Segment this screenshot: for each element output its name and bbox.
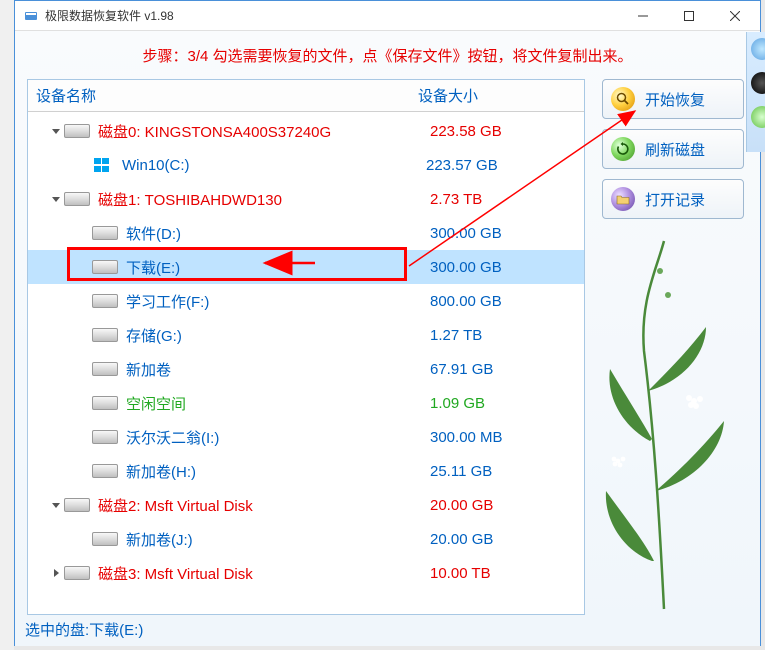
disk-icon bbox=[92, 326, 118, 344]
expand-chevron-icon[interactable] bbox=[48, 500, 64, 510]
dock-icon-3[interactable] bbox=[751, 106, 765, 128]
device-size: 10.00 TB bbox=[430, 565, 584, 582]
device-size: 1.09 GB bbox=[430, 395, 584, 412]
device-row[interactable]: 下载(E:)300.00 GB bbox=[28, 250, 584, 284]
device-size: 20.00 GB bbox=[430, 531, 584, 548]
open-log-label: 打开记录 bbox=[645, 189, 705, 210]
device-row[interactable]: 空闲空间1.09 GB bbox=[28, 386, 584, 420]
device-row[interactable]: 磁盘2: Msft Virtual Disk20.00 GB bbox=[28, 488, 584, 522]
disk-icon bbox=[92, 428, 118, 446]
device-row[interactable]: 磁盘0: KINGSTONSA400S37240G223.58 GB bbox=[28, 114, 584, 148]
disk-icon bbox=[92, 224, 118, 242]
table-header: 设备名称 设备大小 bbox=[28, 80, 584, 112]
device-name: 新加卷(J:) bbox=[126, 529, 430, 550]
step-instruction: 步骤：3/4 勾选需要恢复的文件，点《保存文件》按钮，将文件复制出来。 bbox=[15, 31, 760, 76]
app-icon bbox=[23, 8, 39, 24]
device-row[interactable]: 新加卷(H:)25.11 GB bbox=[28, 454, 584, 488]
column-header-size[interactable]: 设备大小 bbox=[418, 85, 584, 106]
device-name: 磁盘2: Msft Virtual Disk bbox=[98, 495, 430, 516]
window-title: 极限数据恢复软件 v1.98 bbox=[45, 7, 620, 24]
device-name: 沃尔沃二翁(I:) bbox=[126, 427, 430, 448]
device-name: 新加卷 bbox=[126, 359, 430, 380]
side-buttons: 开始恢复 刷新磁盘 打开记录 bbox=[602, 79, 744, 229]
device-size: 20.00 GB bbox=[430, 497, 584, 514]
expand-chevron-icon[interactable] bbox=[48, 194, 64, 204]
device-name: 存储(G:) bbox=[126, 325, 430, 346]
open-log-button[interactable]: 打开记录 bbox=[602, 179, 744, 219]
device-name: 磁盘1: TOSHIBAHDWD130 bbox=[98, 189, 430, 210]
column-header-name[interactable]: 设备名称 bbox=[28, 85, 418, 106]
device-size: 800.00 GB bbox=[430, 293, 584, 310]
device-row[interactable]: Win10(C:)223.57 GB bbox=[28, 148, 584, 182]
device-row[interactable]: 磁盘1: TOSHIBAHDWD1302.73 TB bbox=[28, 182, 584, 216]
refresh-disks-button[interactable]: 刷新磁盘 bbox=[602, 129, 744, 169]
titlebar: 极限数据恢复软件 v1.98 bbox=[15, 1, 760, 31]
windows-icon bbox=[92, 156, 112, 174]
device-size: 2.73 TB bbox=[430, 191, 584, 208]
disk-icon bbox=[64, 190, 90, 208]
device-name: Win10(C:) bbox=[122, 157, 426, 174]
disk-icon bbox=[64, 122, 90, 140]
minimize-button[interactable] bbox=[620, 1, 666, 30]
device-tree: 磁盘0: KINGSTONSA400S37240G223.58 GBWin10(… bbox=[28, 112, 584, 592]
device-size: 1.27 TB bbox=[430, 327, 584, 344]
start-recovery-label: 开始恢复 bbox=[645, 89, 705, 110]
close-button[interactable] bbox=[712, 1, 758, 30]
device-name: 磁盘0: KINGSTONSA400S37240G bbox=[98, 121, 430, 142]
device-name: 学习工作(F:) bbox=[126, 291, 430, 312]
device-name: 软件(D:) bbox=[126, 223, 430, 244]
device-row[interactable]: 软件(D:)300.00 GB bbox=[28, 216, 584, 250]
expand-chevron-icon[interactable] bbox=[48, 568, 64, 578]
desktop-edge bbox=[0, 0, 14, 650]
maximize-button[interactable] bbox=[666, 1, 712, 30]
expand-chevron-icon[interactable] bbox=[48, 126, 64, 136]
disk-icon bbox=[92, 394, 118, 412]
desktop-dock bbox=[746, 32, 765, 152]
disk-icon bbox=[64, 564, 90, 582]
device-size: 300.00 GB bbox=[430, 259, 584, 276]
device-row[interactable]: 学习工作(F:)800.00 GB bbox=[28, 284, 584, 318]
device-row[interactable]: 新加卷(J:)20.00 GB bbox=[28, 522, 584, 556]
disk-icon bbox=[92, 360, 118, 378]
refresh-icon bbox=[611, 137, 635, 161]
dock-icon-qq[interactable] bbox=[751, 72, 765, 94]
search-icon bbox=[611, 87, 635, 111]
device-name: 下载(E:) bbox=[126, 257, 430, 278]
folder-icon bbox=[611, 187, 635, 211]
device-size: 223.58 GB bbox=[430, 123, 584, 140]
device-row[interactable]: 沃尔沃二翁(I:)300.00 MB bbox=[28, 420, 584, 454]
device-size: 25.11 GB bbox=[430, 463, 584, 480]
device-row[interactable]: 磁盘3: Msft Virtual Disk10.00 TB bbox=[28, 556, 584, 590]
disk-icon bbox=[92, 530, 118, 548]
start-recovery-button[interactable]: 开始恢复 bbox=[602, 79, 744, 119]
device-size: 300.00 MB bbox=[430, 429, 584, 446]
device-size: 223.57 GB bbox=[426, 157, 584, 174]
device-size: 67.91 GB bbox=[430, 361, 584, 378]
status-bar: 选中的盘:下载(E:) bbox=[17, 615, 151, 644]
device-panel: 设备名称 设备大小 磁盘0: KINGSTONSA400S37240G223.5… bbox=[27, 79, 585, 615]
device-name: 新加卷(H:) bbox=[126, 461, 430, 482]
decorative-plant bbox=[594, 231, 734, 611]
disk-icon bbox=[92, 292, 118, 310]
content-area: 步骤：3/4 勾选需要恢复的文件，点《保存文件》按钮，将文件复制出来。 设备名称… bbox=[15, 31, 760, 646]
refresh-disks-label: 刷新磁盘 bbox=[645, 139, 705, 160]
disk-icon bbox=[92, 462, 118, 480]
disk-icon bbox=[64, 496, 90, 514]
device-size: 300.00 GB bbox=[430, 225, 584, 242]
device-row[interactable]: 存储(G:)1.27 TB bbox=[28, 318, 584, 352]
device-name: 空闲空间 bbox=[126, 393, 430, 414]
device-row[interactable]: 新加卷67.91 GB bbox=[28, 352, 584, 386]
device-name: 磁盘3: Msft Virtual Disk bbox=[98, 563, 430, 584]
app-window: 极限数据恢复软件 v1.98 步骤：3/4 勾选需要恢复的文件，点《保存文件》按… bbox=[14, 0, 761, 646]
dock-icon-1[interactable] bbox=[751, 38, 765, 60]
disk-icon bbox=[92, 258, 118, 276]
